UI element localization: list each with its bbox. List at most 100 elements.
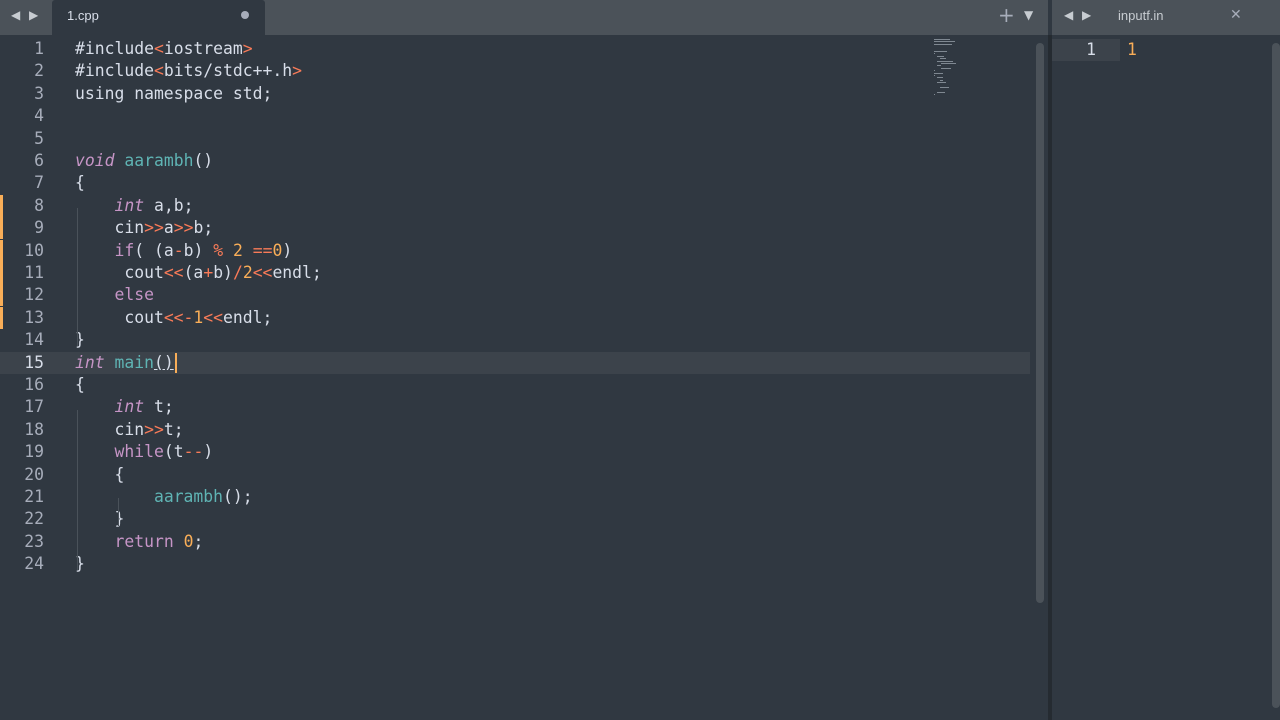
input-file-editor[interactable]: 11 [1052,35,1280,720]
line-number: 5 [34,128,44,148]
code-token: bits/stdc++.h [163,61,293,81]
code-editor[interactable]: 1 #include<iostream> 2 #include<bits/stdc++… [0,35,1048,720]
code-text: while(t--) [75,441,213,463]
minimap-line [934,94,935,96]
code-line[interactable]: 22 } [0,508,1030,530]
code-line[interactable]: 3 using namespace std; [0,83,1030,105]
editor-scrollbar[interactable] [1036,43,1044,603]
code-line[interactable]: 17 int t; [0,396,1030,418]
code-line[interactable]: 19 while(t--) [0,441,1030,463]
tab-1-cpp[interactable]: 1.cpp [52,0,265,35]
code-line[interactable]: 7{ [0,172,1030,194]
line-number: 14 [24,330,44,350]
code-line[interactable]: 1 #include<iostream> [0,38,1030,60]
code-text: #include<bits/stdc++.h> [75,60,302,82]
line-number: 10 [24,240,44,260]
code-token: a [163,218,174,238]
code-token: << [252,263,273,282]
code-token: <<- [163,307,194,327]
code-token: ( (a [134,240,174,260]
code-token: + [203,263,214,282]
code-token: cin [75,419,145,439]
code-text: cin>>a>>b; [75,217,213,239]
code-text: int main() [75,352,177,374]
code-token: cin [75,218,145,238]
line-number: 16 [24,375,44,394]
line-number: 19 [24,442,44,462]
line-number: 12 [24,285,44,305]
modified-dot-icon[interactable] [241,11,249,19]
close-tab-icon[interactable]: ✕ [1230,7,1242,23]
input-text: 1 [1127,40,1137,59]
code-line[interactable]: 8 int a,b; [0,194,1030,217]
code-token: % [213,240,224,260]
code-token: 2 [242,263,253,282]
minimap-line [937,91,946,93]
left-tab-bar: ◀ ▶ 1.cpp + ▼ [0,0,1048,35]
code-line[interactable]: 13 cout<<-1<<endl; [0,306,1030,329]
code-line[interactable]: 5 [0,128,1030,150]
code-token: < [153,39,164,58]
code-line[interactable]: 12 else [0,284,1030,307]
right-nav-back-icon[interactable]: ◀ [1064,0,1073,30]
code-line[interactable]: 15 int main() [0,351,1030,374]
code-line[interactable]: 23 return 0; [0,531,1030,553]
right-nav-forward-icon[interactable]: ▶ [1082,0,1091,30]
tab-menu-icon[interactable]: ▼ [1024,8,1033,22]
indent-guide [77,208,78,346]
code-token: > [242,39,253,58]
code-line[interactable]: 9 cin>>a>>b; [0,217,1030,240]
code-text: cout<<-1<<endl; [75,307,272,329]
line-number: 1 [34,39,44,58]
line-number: 1 [1086,40,1096,59]
minimap[interactable] [934,39,964,99]
code-line[interactable]: 16 { [0,374,1030,396]
right-tab-bar: ◀ ▶ inputf.in ✕ [1052,0,1280,35]
code-token: a,b; [144,195,194,215]
code-text: { [75,172,85,194]
line-number: 21 [24,487,44,506]
input-scrollbar[interactable] [1272,43,1280,708]
minimap-line [939,58,946,60]
code-token: ; [193,531,204,551]
line-number: 11 [24,263,44,282]
minimap-line [934,75,935,76]
code-line[interactable]: 2 #include<bits/stdc++.h> [0,60,1030,82]
minimap-line [937,65,941,67]
nav-forward-icon[interactable]: ▶ [29,0,38,30]
code-line[interactable]: 14} [0,329,1030,351]
tab-inputf-in[interactable]: inputf.in [1118,8,1164,23]
code-text: cout<<(a+b)/2<<endl; [75,262,321,284]
code-token: >> [144,218,164,238]
code-token: () [193,151,214,170]
input-line[interactable]: 11 [1052,39,1280,61]
code-text: if( (a-b) % 2 ==0) [75,240,292,262]
code-line[interactable]: 11 cout<<(a+b)/2<<endl; [0,262,1030,284]
code-line[interactable]: 18 cin>>t; [0,419,1030,441]
code-text: { [75,464,124,486]
code-token: > [292,61,302,81]
code-line[interactable]: 4 [0,105,1030,127]
code-line[interactable]: 20 { [0,464,1030,486]
code-line[interactable]: 10 if( (a-b) % 2 ==0) [0,239,1030,262]
code-text: } [75,508,124,530]
code-line[interactable]: 21 aarambh(); [0,486,1030,508]
code-token: cout [75,307,164,327]
code-line[interactable]: 24} [0,553,1030,575]
code-token: b) [183,240,214,260]
new-tab-icon[interactable]: + [998,3,1015,27]
code-token: - [173,240,184,260]
code-token: #include [75,39,154,58]
minimap-line [939,79,944,81]
code-line[interactable]: 6 void aarambh() [0,150,1030,172]
code-token: 2 [232,240,243,260]
code-text: int a,b; [75,195,193,217]
code-text: else [75,284,153,306]
nav-back-icon[interactable]: ◀ [11,0,20,30]
code-token: / [232,263,243,282]
minimap-line [937,77,943,79]
